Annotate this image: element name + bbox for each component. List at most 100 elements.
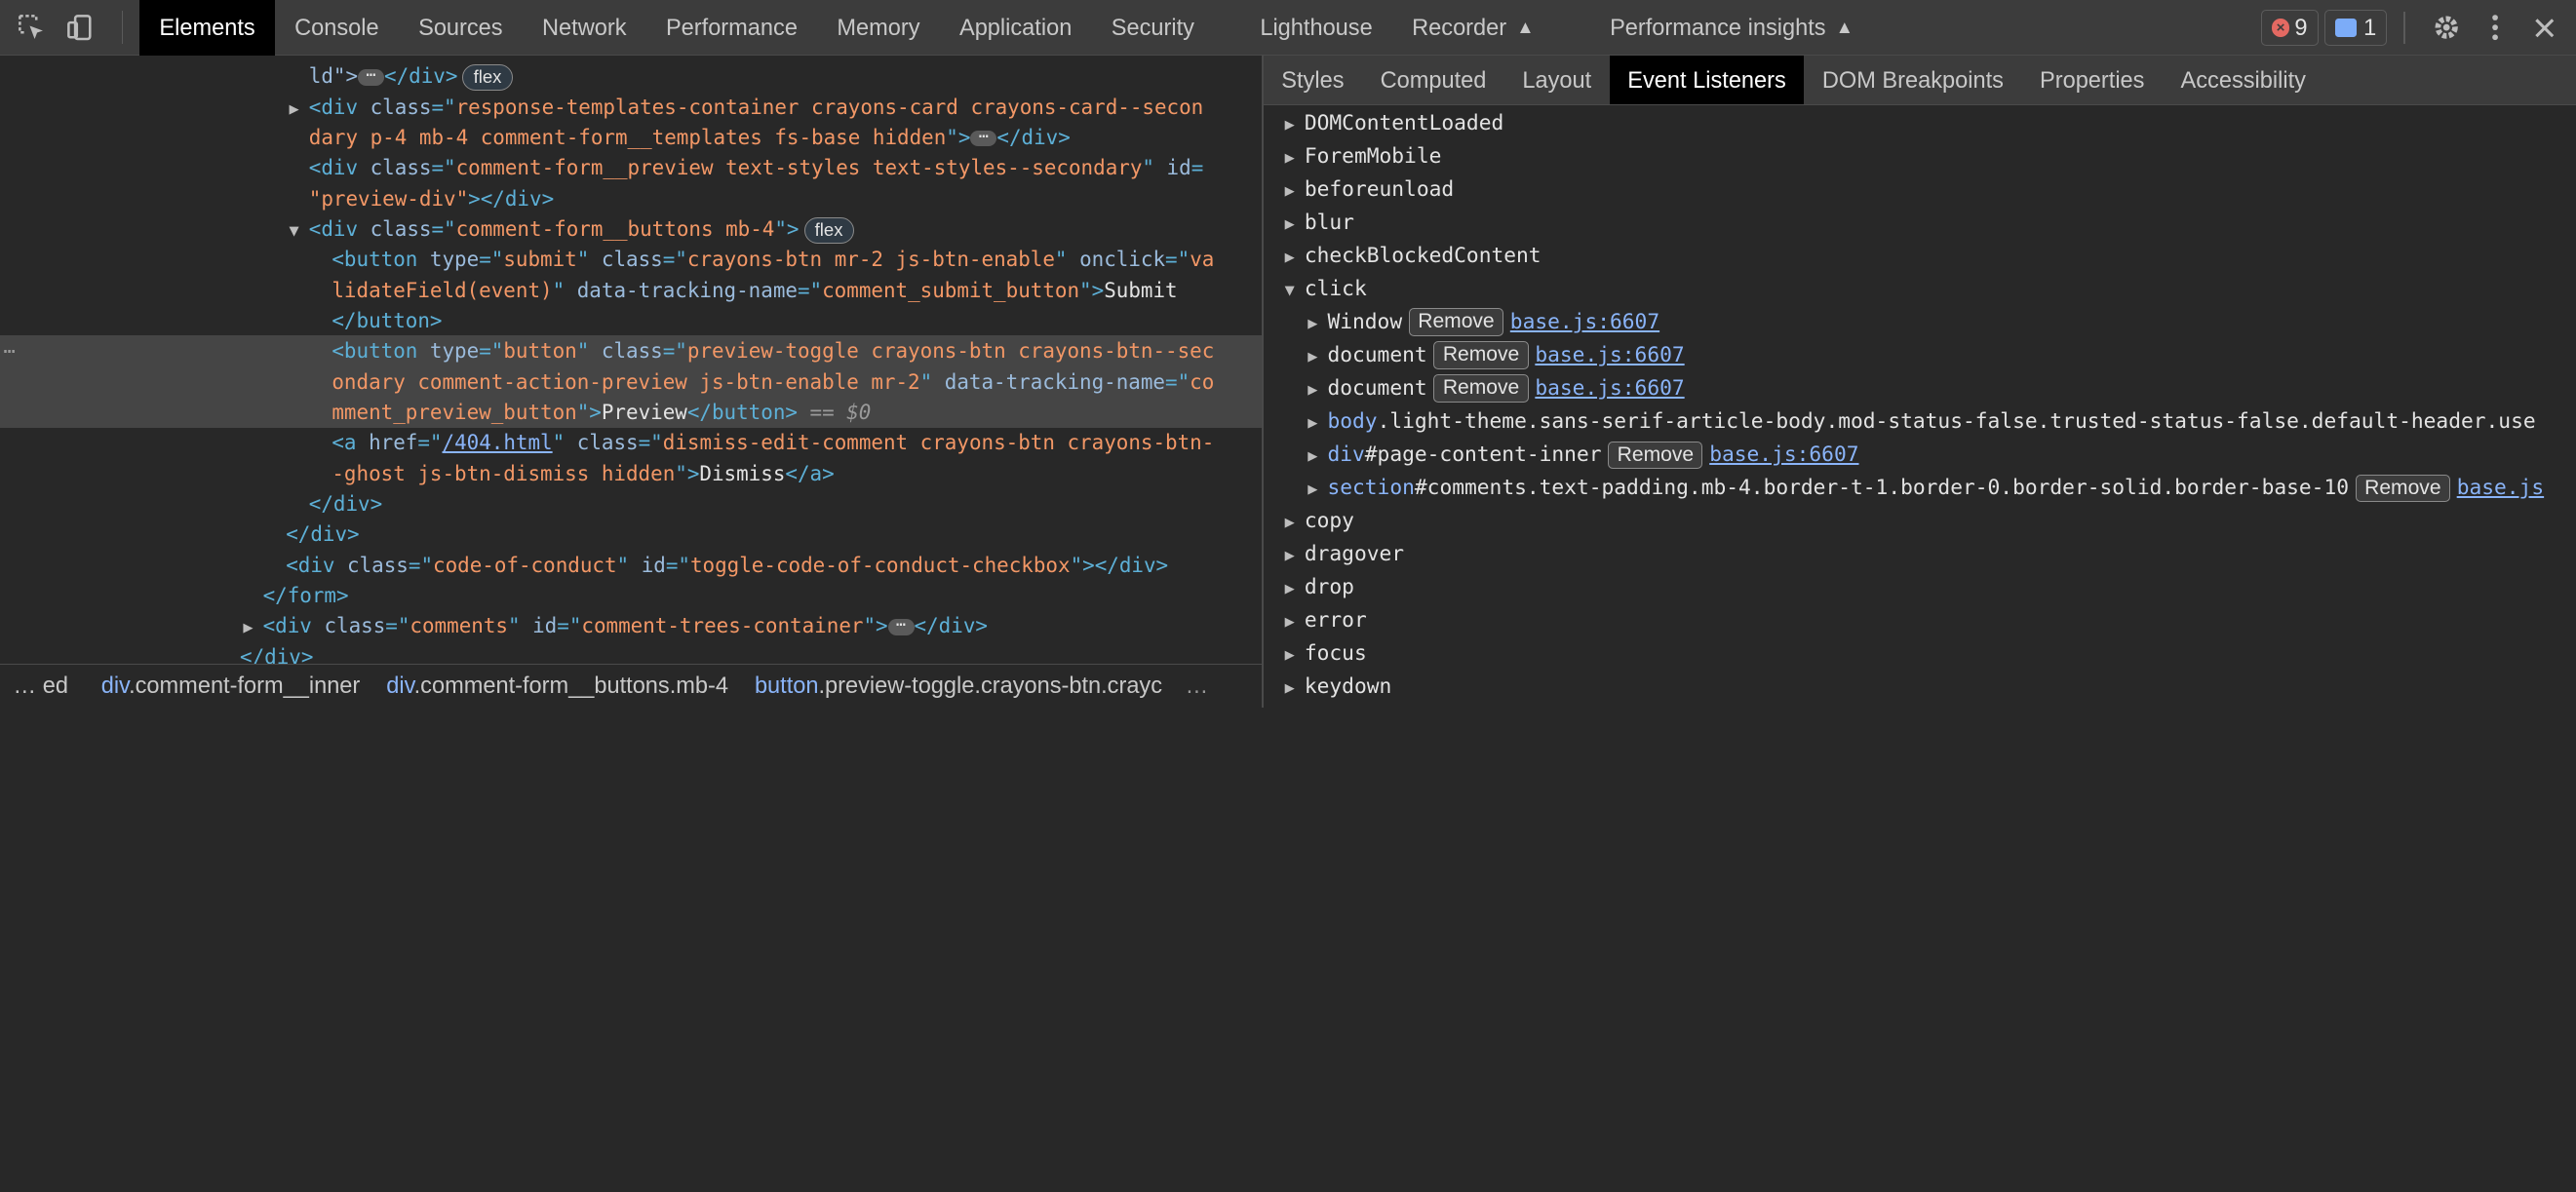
remove-listener-button[interactable]: Remove <box>1608 441 1703 470</box>
listener-node-tag[interactable]: document <box>1327 376 1426 401</box>
expand-triangle-icon[interactable]: ▶ <box>1285 174 1305 208</box>
listener-node-tag[interactable]: section <box>1327 476 1414 500</box>
dom-line[interactable]: </form> <box>0 580 1262 611</box>
node-actions-icon[interactable]: ⋯ <box>3 335 15 366</box>
listener-source-link[interactable]: base.js <box>2457 476 2544 500</box>
event-listener-entry[interactable]: ▶ document Remove base.js:6607 <box>1308 372 1685 406</box>
remove-listener-button[interactable]: Remove <box>2355 474 2450 503</box>
event-listener-group[interactable]: ▶ ForemMobile <box>1285 140 1442 173</box>
collapsed-children-ellipsis[interactable]: ⋯ <box>970 127 997 147</box>
expand-triangle-icon[interactable]: ▶ <box>1308 473 1327 506</box>
listener-source-link[interactable]: base.js:6607 <box>1535 376 1684 401</box>
dom-line-selected[interactable]: <button type="button" class="preview-tog… <box>0 335 1263 367</box>
expand-triangle-icon[interactable]: ▶ <box>1308 307 1327 340</box>
dom-line-selected[interactable]: mment_preview_button">Preview</button> =… <box>0 397 1263 429</box>
dom-tree[interactable]: ld"> ⋯ </div> flex ▶ <div class="response-tem… <box>0 56 1263 664</box>
tab-dom-breakpoints[interactable]: DOM Breakpoints <box>1804 56 2021 104</box>
dom-line[interactable]: </div> <box>0 519 1262 550</box>
dom-line-selected[interactable]: ondary comment-action-preview js-btn-ena… <box>0 365 1263 398</box>
expand-triangle-icon[interactable]: ▶ <box>1285 506 1305 539</box>
listener-source-link[interactable]: base.js:6607 <box>1709 442 1858 467</box>
inspect-element-icon[interactable] <box>7 0 57 56</box>
breadcrumb-overflow[interactable]: … <box>1186 673 1209 699</box>
listener-source-link[interactable]: base.js:6607 <box>1510 310 1659 334</box>
expand-triangle-icon[interactable]: ▶ <box>290 93 309 124</box>
event-listener-group[interactable]: ▶ beforeunload <box>1285 173 1455 207</box>
remove-listener-button[interactable]: Remove <box>1408 308 1504 337</box>
expand-triangle-icon[interactable]: ▶ <box>1285 108 1305 141</box>
listener-node-tag[interactable]: div <box>1327 442 1364 467</box>
tab-lighthouse[interactable]: Lighthouse <box>1240 0 1392 56</box>
dom-line[interactable]: <div class="code-of-conduct" id="toggle-… <box>0 550 1262 581</box>
event-listener-group[interactable]: ▶ error <box>1285 604 1367 637</box>
tab-console[interactable]: Console <box>275 0 399 56</box>
expand-triangle-icon[interactable]: ▶ <box>1285 605 1305 638</box>
tab-network[interactable]: Network <box>523 0 646 56</box>
settings-gear-icon[interactable] <box>2422 0 2472 56</box>
event-listener-group[interactable]: ▶ drop <box>1285 571 1354 604</box>
listener-node-tag[interactable]: body <box>1327 409 1377 434</box>
dom-line[interactable]: ▶ <div class="response-templates-containe… <box>0 92 1262 123</box>
message-count-badge[interactable]: 1 <box>2324 10 2388 47</box>
tab-event-listeners[interactable]: Event Listeners <box>1609 56 1805 104</box>
event-listener-entry[interactable]: ▶ body.light-theme.sans-serif-article-bod… <box>1308 405 2535 439</box>
breadcrumb-item-preview-toggle[interactable]: button.preview-toggle.crayons-btn.crayc <box>755 673 1162 699</box>
listener-node-tag[interactable]: document <box>1327 343 1426 367</box>
breadcrumb-item-truncated[interactable]: ed <box>43 673 68 699</box>
expand-triangle-icon[interactable]: ▶ <box>1285 672 1305 705</box>
expand-triangle-icon[interactable]: ▶ <box>1285 141 1305 174</box>
tab-elements[interactable]: Elements <box>139 0 275 56</box>
listener-source-link[interactable]: base.js:6607 <box>1535 343 1684 367</box>
expand-triangle-icon[interactable]: ▶ <box>1308 440 1327 473</box>
tab-memory[interactable]: Memory <box>817 0 940 56</box>
event-listener-group[interactable]: ▶ dragover <box>1285 538 1404 571</box>
event-listener-entry[interactable]: ▶ section#comments.text-padding.mb-4.bord… <box>1308 472 2544 505</box>
tab-accessibility[interactable]: Accessibility <box>2163 56 2323 104</box>
dom-line[interactable]: </div> <box>0 488 1262 519</box>
close-icon[interactable] <box>2520 0 2570 56</box>
dom-line[interactable]: ▼ <div class="comment-form__buttons mb-4"… <box>0 213 1262 245</box>
href-link[interactable]: /404.html <box>443 431 553 454</box>
dom-line[interactable]: lidateField(event)" data-tracking-name="… <box>0 275 1262 306</box>
dom-line[interactable]: ld"> ⋯ </div> flex <box>0 60 1262 92</box>
event-listener-group[interactable]: ▶ focus <box>1285 637 1367 671</box>
event-listener-group[interactable]: ▶ copy <box>1285 505 1354 538</box>
event-listener-entry[interactable]: ▶ document Remove base.js:6607 <box>1308 339 1685 373</box>
collapse-triangle-icon[interactable]: ▼ <box>290 214 309 246</box>
dom-line[interactable]: <a href="/404.html" class="dismiss-edit-… <box>0 427 1262 458</box>
error-count-badge[interactable]: × 9 <box>2260 10 2319 47</box>
tab-recorder[interactable]: Recorder ▲ <box>1392 0 1554 56</box>
event-listener-entry[interactable]: ▶ Window Remove base.js:6607 <box>1308 306 1659 339</box>
dom-line[interactable]: "preview-div"></div> <box>0 183 1262 214</box>
tab-layout[interactable]: Layout <box>1504 56 1610 104</box>
expand-triangle-icon[interactable]: ▶ <box>1308 373 1327 406</box>
flex-badge[interactable]: flex <box>803 216 854 244</box>
expand-triangle-icon[interactable]: ▶ <box>1285 572 1305 605</box>
expand-triangle-icon[interactable]: ▶ <box>1285 208 1305 241</box>
event-listener-group[interactable]: ▶ keydown <box>1285 671 1392 704</box>
expand-triangle-icon[interactable]: ▶ <box>1308 340 1327 373</box>
dom-line[interactable]: ▶ <div class="comments" id="comment-trees… <box>0 610 1262 641</box>
device-toolbar-icon[interactable] <box>56 0 105 56</box>
expand-triangle-icon[interactable]: ▶ <box>1285 241 1305 274</box>
tab-sources[interactable]: Sources <box>399 0 523 56</box>
remove-listener-button[interactable]: Remove <box>1433 341 1529 370</box>
tab-security[interactable]: Security <box>1092 0 1215 56</box>
breadcrumb-item-comment-form-buttons[interactable]: div.comment-form__buttons.mb-4 <box>386 673 728 699</box>
expand-triangle-icon[interactable]: ▶ <box>1308 406 1327 440</box>
breadcrumb-item-comment-form-inner[interactable]: div.comment-form__inner <box>101 673 361 699</box>
collapsed-children-ellipsis[interactable]: ⋯ <box>358 65 384 86</box>
event-listener-group[interactable]: ▶ checkBlockedContent <box>1285 240 1542 273</box>
event-listener-group[interactable]: ▶ blur <box>1285 207 1354 240</box>
flex-badge[interactable]: flex <box>462 63 513 91</box>
expand-triangle-icon[interactable]: ▶ <box>243 611 262 642</box>
dom-line[interactable]: <div class="comment-form__preview text-s… <box>0 152 1262 183</box>
dom-line[interactable]: dary p-4 mb-4 comment-form__templates fs… <box>0 122 1262 153</box>
expand-triangle-icon[interactable]: ▶ <box>1285 539 1305 572</box>
event-listener-group[interactable]: ▼ click <box>1285 273 1367 306</box>
dom-line[interactable]: </button> <box>0 305 1262 336</box>
tab-application[interactable]: Application <box>940 0 1092 56</box>
expand-triangle-icon[interactable]: ▶ <box>1285 638 1305 672</box>
remove-listener-button[interactable]: Remove <box>1433 374 1529 404</box>
dom-line[interactable]: <button type="submit" class="crayons-btn… <box>0 244 1262 275</box>
